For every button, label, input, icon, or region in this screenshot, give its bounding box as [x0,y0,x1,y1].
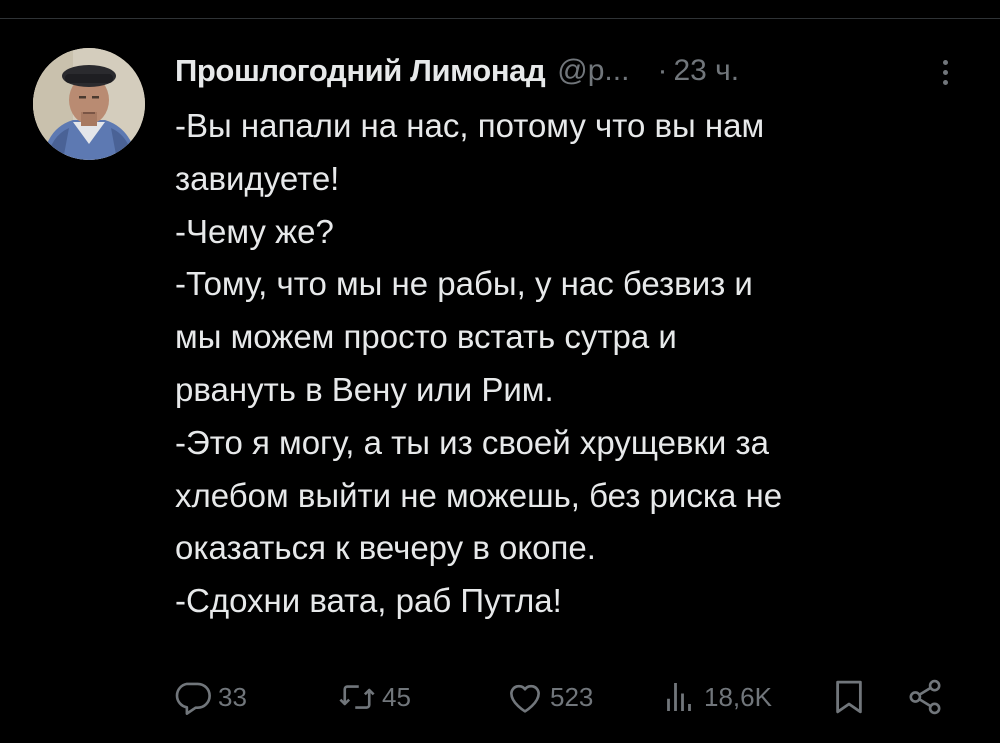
bar-chart-icon [667,683,691,711]
like-button[interactable]: 523 [504,672,593,722]
timestamp[interactable]: 23 ч. [673,54,739,88]
repost-count: 45 [382,681,411,712]
tweet-line: завидуете! [175,159,340,197]
tweet-line: -Сдохни вата, раб Путла! [175,582,562,620]
repost-icon [339,685,375,709]
views-count: 18,6K [704,681,772,712]
separator-dot: · [657,54,668,87]
repost-button[interactable]: 45 [336,672,411,722]
tweet-line: хлебом выйти не можешь, без риска не [175,476,783,514]
share-button[interactable] [904,672,946,722]
reply-count: 33 [218,681,247,712]
tweet-line: -Тому, что мы не рабы, у нас безвиз и [175,265,753,303]
avatar[interactable] [33,48,145,160]
views-button[interactable]: 18,6K [658,672,772,722]
tweet-text: -Вы напали на нас, потому что вы нам зав… [175,100,955,628]
tweet-line: -Чему же? [175,212,334,250]
share-icon [909,679,941,715]
reply-button[interactable]: 33 [172,672,247,722]
action-bar: 33 45 523 18,6K [0,672,1000,722]
bookmark-button[interactable] [828,672,870,722]
tweet-header: Прошлогодний Лимонад @р... · 23 ч. [175,46,965,96]
tweet-line: оказаться к вечеру в окопе. [175,529,596,567]
heart-icon [510,684,540,713]
bookmark-icon [836,680,862,714]
reply-icon [175,682,211,715]
like-count: 523 [550,681,594,712]
top-divider [0,18,1000,19]
tweet-line: мы можем просто встать сутра и [175,318,677,356]
author-name[interactable]: Прошлогодний Лимонад [175,53,546,89]
author-handle[interactable]: @р... [557,54,629,88]
tweet-line: рвануть в Вену или Рим. [175,370,554,408]
tweet-line: -Вы напали на нас, потому что вы нам [175,107,765,144]
more-icon[interactable] [930,52,960,92]
avatar-image [33,48,145,160]
tweet-line: -Это я могу, а ты из своей хрущевки за [175,423,770,461]
